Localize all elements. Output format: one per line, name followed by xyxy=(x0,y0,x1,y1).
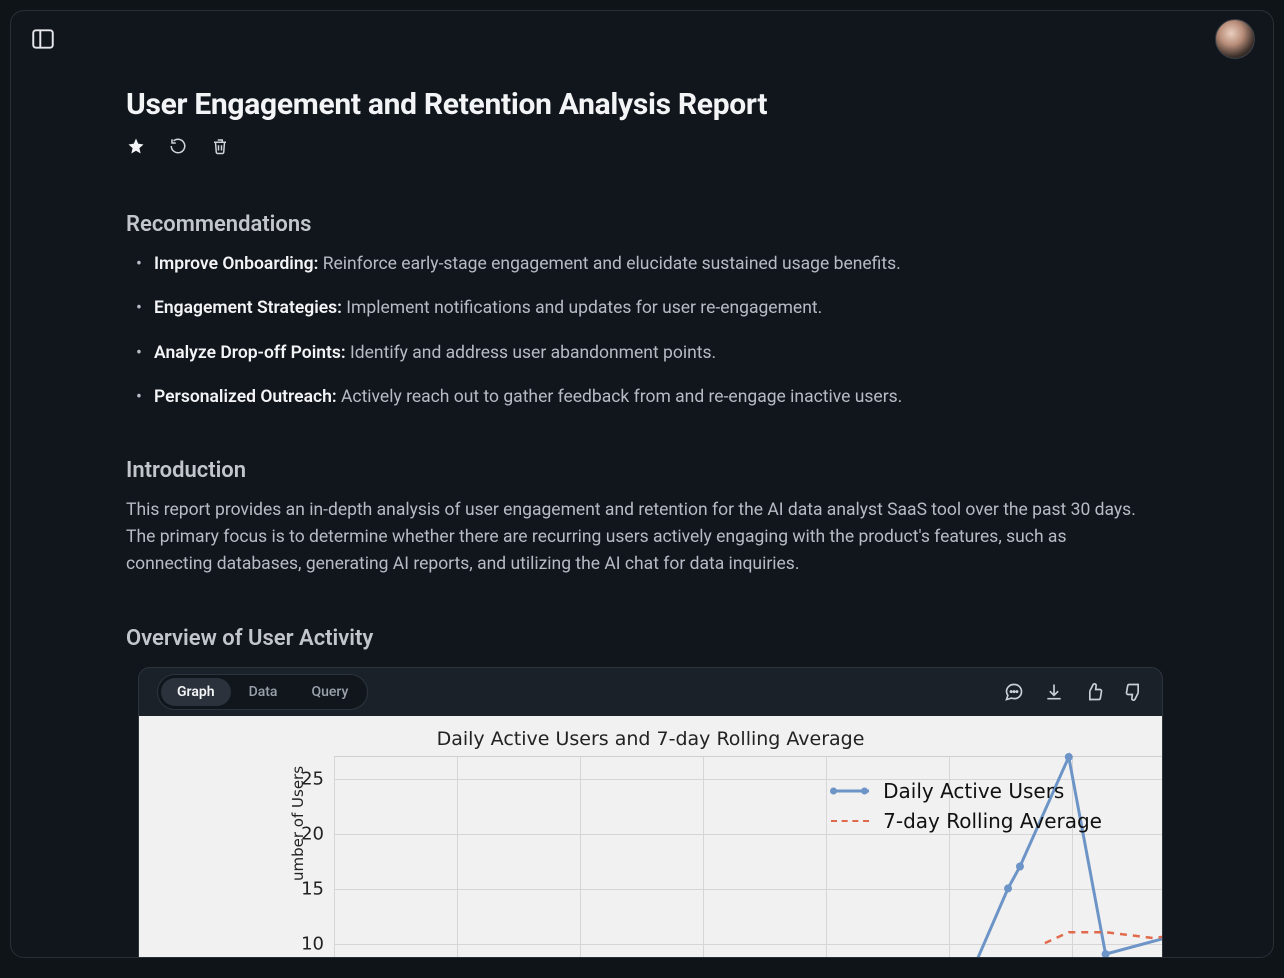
legend-item-rolling: 7-day Rolling Average xyxy=(831,806,1102,836)
recommendation-label: Analyze Drop-off Points: xyxy=(154,343,346,363)
thumbs-up-button[interactable] xyxy=(1084,682,1104,702)
legend-item-dau: Daily Active Users xyxy=(831,776,1102,806)
download-button[interactable] xyxy=(1044,682,1064,702)
legend-label: 7-day Rolling Average xyxy=(883,806,1102,836)
recommendation-text: Identify and address user abandonment po… xyxy=(350,343,716,363)
legend-line-icon xyxy=(831,784,869,798)
recommendations-heading: Recommendations xyxy=(126,212,1158,237)
recommendation-text: Actively reach out to gather feedback fr… xyxy=(341,387,902,407)
y-tick-label: 10 xyxy=(301,934,324,955)
delete-button[interactable] xyxy=(210,136,230,156)
page-title: User Engagement and Retention Analysis R… xyxy=(126,87,1158,122)
legend-label: Daily Active Users xyxy=(883,776,1064,806)
recommendation-label: Improve Onboarding: xyxy=(154,254,318,274)
overview-heading: Overview of User Activity xyxy=(126,626,1158,651)
topbar xyxy=(11,11,1273,67)
chart-title: Daily Active Users and 7-day Rolling Ave… xyxy=(139,728,1162,750)
recommendation-item: Analyze Drop-off Points: Identify and ad… xyxy=(154,340,1158,366)
y-tick-label: 20 xyxy=(301,824,324,845)
content-scroll[interactable]: User Engagement and Retention Analysis R… xyxy=(11,67,1273,957)
recommendation-label: Personalized Outreach: xyxy=(154,387,337,407)
recommendation-item: Engagement Strategies: Implement notific… xyxy=(154,295,1158,321)
recommendation-text: Implement notifications and updates for … xyxy=(346,298,822,318)
introduction-heading: Introduction xyxy=(126,458,1158,483)
thumbs-down-button[interactable] xyxy=(1124,682,1144,702)
recommendation-label: Engagement Strategies: xyxy=(154,298,342,318)
legend-line-icon xyxy=(831,814,869,828)
chart-legend: Daily Active Users 7-day Rolling Average xyxy=(819,768,1114,844)
introduction-body: This report provides an in-depth analysi… xyxy=(126,497,1156,578)
recommendation-item: Personalized Outreach: Actively reach ou… xyxy=(154,384,1158,410)
user-avatar[interactable] xyxy=(1215,19,1255,59)
comment-button[interactable] xyxy=(1004,682,1024,702)
chart-card: Graph Data Query xyxy=(138,667,1163,957)
refresh-button[interactable] xyxy=(168,136,188,156)
y-tick-label: 15 xyxy=(301,879,324,900)
star-button[interactable] xyxy=(126,136,146,156)
chart-actions xyxy=(1004,682,1144,702)
recommendation-text: Reinforce early-stage engagement and elu… xyxy=(323,254,901,274)
recommendations-list: Improve Onboarding: Reinforce early-stag… xyxy=(126,251,1158,410)
recommendation-item: Improve Onboarding: Reinforce early-stag… xyxy=(154,251,1158,277)
chart-tab-group: Graph Data Query xyxy=(157,674,368,710)
tab-query[interactable]: Query xyxy=(295,678,364,706)
tab-graph[interactable]: Graph xyxy=(161,678,231,706)
sidebar-toggle-button[interactable] xyxy=(29,25,57,53)
title-action-row xyxy=(126,136,1158,156)
chart-body: Daily Active Users and 7-day Rolling Ave… xyxy=(139,716,1162,957)
chart-header: Graph Data Query xyxy=(139,668,1162,716)
tab-data[interactable]: Data xyxy=(233,678,294,706)
app-frame: User Engagement and Retention Analysis R… xyxy=(10,10,1274,958)
y-tick-label: 25 xyxy=(301,769,324,790)
